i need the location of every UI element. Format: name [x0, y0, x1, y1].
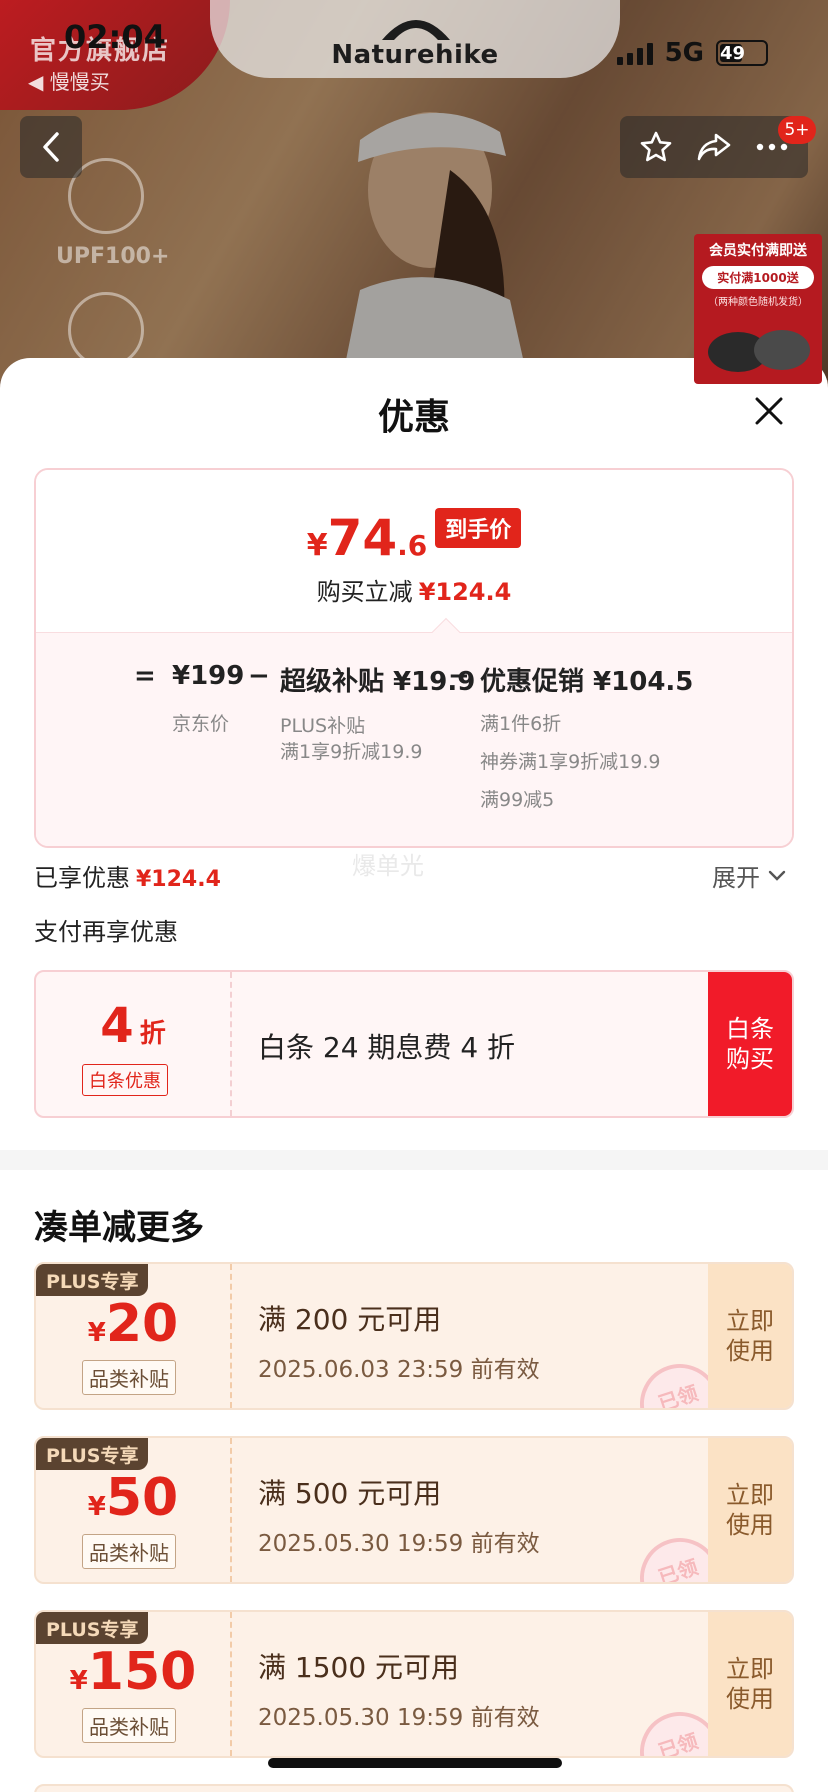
plus-badge: PLUS专享	[36, 1612, 149, 1644]
promo-note: 满1件6折	[480, 713, 562, 735]
sheet-title: 优惠	[377, 397, 450, 438]
super-subsidy: 超级补贴 ¥19.9	[280, 667, 476, 697]
expand-button[interactable]: 展开	[712, 858, 786, 893]
discount-summary: 购买立减 ¥124.4	[36, 572, 792, 607]
home-indicator	[268, 1758, 562, 1768]
price-integer: 74	[327, 509, 398, 567]
baitiao-rate: 4折	[36, 998, 230, 1054]
coupon-card: PLUS专享 ¥50 品类补贴 满 500 元可用 2025.05.30 19:…	[34, 1436, 794, 1584]
notification-badge: 5+	[778, 116, 816, 144]
coupon-value: 150	[87, 1642, 197, 1702]
coupon-currency: ¥	[69, 1666, 88, 1696]
minus-sign: −	[248, 661, 270, 691]
feature-label: UPF100+	[56, 244, 170, 269]
promo-line-2: 实付满1000送	[702, 266, 814, 289]
subsidy-note: PLUS补贴	[280, 715, 366, 737]
brand-name: Naturehike	[331, 40, 499, 70]
baitiao-rate-panel: 4折 白条优惠	[36, 972, 232, 1116]
price-currency: ¥	[306, 528, 328, 563]
coupon-currency: ¥	[87, 1318, 106, 1348]
coupon-card-partial	[34, 1784, 794, 1792]
baitiao-label: 白条优惠	[82, 1064, 168, 1096]
status-indicators: 5G 49	[616, 38, 768, 68]
enjoyed-amount: ¥124.4	[136, 867, 221, 892]
final-price-tag: 到手价	[435, 508, 522, 548]
enjoyed-discount: 已享优惠 ¥124.4	[34, 858, 221, 893]
signal-icon	[616, 41, 653, 65]
promotion-discount: 优惠促销 ¥104.5	[480, 667, 694, 697]
promo-line-1: 会员实付满即送	[709, 243, 807, 259]
coupon-card: PLUS专享 ¥20 品类补贴 满 200 元可用 2025.06.03 23:…	[34, 1262, 794, 1410]
share-icon[interactable]	[696, 131, 732, 163]
network-type: 5G	[664, 38, 704, 68]
more-savings-title: 凑单减更多	[34, 1208, 204, 1248]
brand-header: Naturehike	[210, 0, 620, 78]
coupon-currency: ¥	[87, 1492, 106, 1522]
final-price-section: ¥74.6 到手价 购买立减 ¥124.4	[36, 470, 792, 632]
coupon-value-panel: PLUS专享 ¥50 品类补贴	[36, 1438, 232, 1582]
base-price-note: 京东价	[172, 713, 230, 735]
final-price-card: ¥74.6 到手价 购买立减 ¥124.4 = ¥199 京东价 − 超级补贴 ¥1…	[34, 468, 794, 848]
equals-sign: =	[134, 661, 156, 691]
close-icon[interactable]	[752, 394, 786, 428]
back-button[interactable]	[20, 116, 82, 178]
pay-more-title: 支付再享优惠	[34, 918, 178, 946]
coupon-type: 品类补贴	[82, 1708, 176, 1743]
coupon-condition: 满 200 元可用	[258, 1303, 442, 1336]
promo-note: 神券满1享9折减19.9	[480, 751, 661, 773]
model-photo	[342, 112, 528, 380]
discount-label: 购买立减	[316, 578, 413, 606]
coupon-amount: ¥20	[36, 1294, 230, 1354]
coupon-value-panel: PLUS专享 ¥150 品类补贴	[36, 1612, 232, 1756]
battery-icon: 49	[716, 40, 768, 66]
more-icon[interactable]	[755, 142, 789, 152]
discount-amount: ¥124.4	[418, 578, 512, 606]
expand-label: 展开	[712, 864, 760, 892]
chevron-down-icon	[768, 870, 786, 881]
minus-sign: −	[448, 661, 470, 691]
baitiao-description: 白条 24 期息费 4 折	[258, 1031, 516, 1064]
section-divider	[0, 1150, 828, 1170]
coupon-condition: 满 1500 元可用	[258, 1651, 460, 1684]
final-price: ¥74.6 到手价	[36, 508, 792, 567]
use-now-button[interactable]: 立即使用	[708, 1612, 792, 1756]
promo-note: 满99减5	[480, 789, 555, 811]
coupon-value-panel: PLUS专享 ¥20 品类补贴	[36, 1264, 232, 1408]
member-gift-card[interactable]: 会员实付满即送 实付满1000送 （两种颜色随机发货）	[694, 234, 822, 384]
promo-line-3: （两种颜色随机发货）	[708, 297, 808, 308]
coupon-type: 品类补贴	[82, 1360, 176, 1395]
chevron-left-icon	[43, 132, 59, 162]
caps-image	[708, 330, 810, 372]
baitiao-offer: 4折 白条优惠 白条 24 期息费 4 折 白条购买	[34, 970, 794, 1118]
coupon-type: 品类补贴	[82, 1534, 176, 1569]
coupon-expiry: 2025.05.30 19:59 前有效	[258, 1705, 540, 1731]
baitiao-buy-button[interactable]: 白条购买	[708, 972, 792, 1116]
coupon-expiry: 2025.05.30 19:59 前有效	[258, 1531, 540, 1557]
plus-badge: PLUS专享	[36, 1438, 149, 1470]
rate-number: 4	[100, 998, 134, 1054]
coupon-value: 50	[105, 1468, 179, 1528]
use-now-button[interactable]: 立即使用	[708, 1264, 792, 1408]
price-breakdown: = ¥199 京东价 − 超级补贴 ¥19.9 PLUS补贴 满1享9折减19.…	[36, 632, 792, 846]
coupon-card: PLUS专享 ¥150 品类补贴 满 1500 元可用 2025.05.30 1…	[34, 1610, 794, 1758]
coupon-expiry: 2025.06.03 23:59 前有效	[258, 1357, 540, 1383]
back-to-app-link[interactable]: ◀ 慢慢买	[28, 66, 110, 95]
base-price: ¥199	[172, 661, 245, 691]
star-icon[interactable]	[639, 130, 673, 164]
status-time: 02:04	[64, 18, 166, 56]
price-decimal: .6	[397, 529, 428, 562]
plus-badge: PLUS专享	[36, 1264, 149, 1296]
watermark: 爆单光	[352, 852, 424, 880]
enjoyed-label: 已享优惠	[34, 864, 130, 892]
coupon-amount: ¥150	[36, 1642, 230, 1702]
use-now-button[interactable]: 立即使用	[708, 1438, 792, 1582]
coupon-value: 20	[105, 1294, 179, 1354]
rate-unit: 折	[139, 1019, 166, 1049]
battery-level: 49	[720, 42, 746, 64]
subsidy-note: 满1享9折减19.9	[280, 741, 423, 763]
coupon-condition: 满 500 元可用	[258, 1477, 442, 1510]
breathable-icon	[68, 292, 144, 368]
discount-sheet: 优惠 ¥74.6 到手价 购买立减 ¥124.4 = ¥199 京东价 − 超级补贴…	[0, 358, 828, 1792]
coupon-amount: ¥50	[36, 1468, 230, 1528]
